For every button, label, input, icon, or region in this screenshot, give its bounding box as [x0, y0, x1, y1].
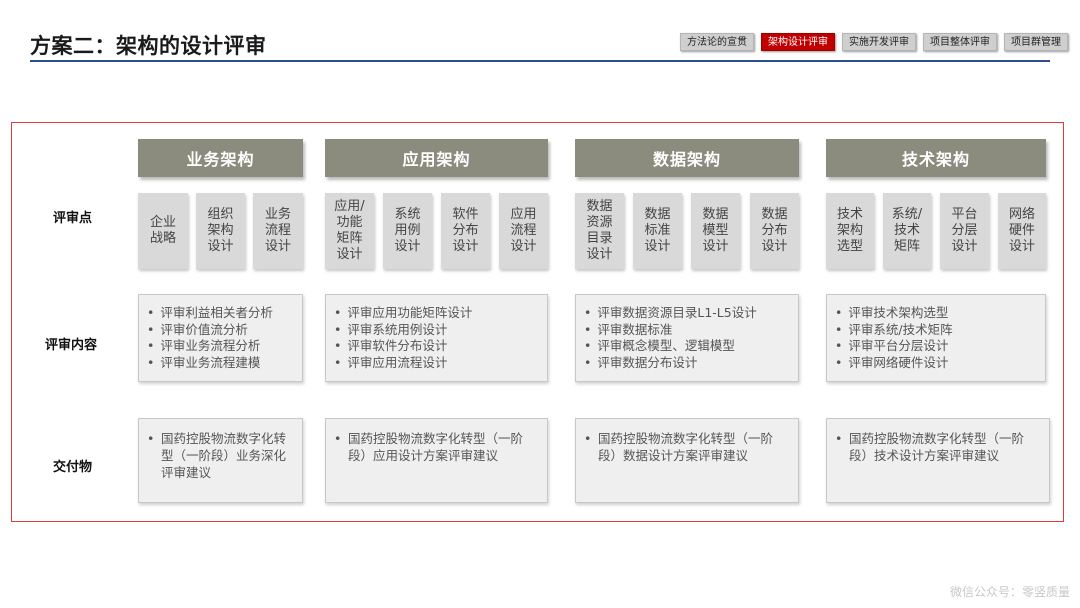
tab-methodology[interactable]: 方法论的宣贯: [680, 33, 754, 51]
review-content-box: 评审技术架构选型 评审系统/技术矩阵 评审平台分层设计 评审网络硬件设计: [826, 294, 1046, 382]
list-item: 评审数据资源目录L1-L5设计: [584, 305, 792, 322]
review-point: 业务 流程 设计: [253, 193, 303, 269]
deliverable-box: 国药控股物流数字化转型（一阶段）数据设计方案评审建议: [575, 418, 799, 503]
tab-architecture-review[interactable]: 架构设计评审: [761, 33, 835, 51]
tab-project-review[interactable]: 项目整体评审: [923, 33, 997, 51]
review-point: 系统/ 技术 矩阵: [883, 193, 931, 269]
column-heading-application: 应用架构: [325, 139, 548, 177]
review-point: 技术 架构 选型: [826, 193, 874, 269]
deliverable-text: 国药控股物流数字化转型（一阶段）技术设计方案评审建议: [849, 431, 1025, 463]
tab-program-management[interactable]: 项目群管理: [1004, 33, 1068, 51]
deliverable-text: 国药控股物流数字化转型（一阶段）应用设计方案评审建议: [348, 431, 524, 463]
deliverable-text: 国药控股物流数字化转型（一阶段）业务深化评审建议: [161, 431, 287, 480]
deliverable-box: 国药控股物流数字化转型（一阶段）技术设计方案评审建议: [826, 418, 1050, 503]
list-item: 评审技术架构选型: [835, 305, 1039, 322]
review-point: 应用/ 功能 矩阵 设计: [325, 193, 374, 269]
row-label-points: 评审点: [53, 211, 93, 226]
list-item: 评审业务流程建模: [147, 355, 296, 372]
review-point: 数据 分布 设计: [750, 193, 799, 269]
list-item: 评审利益相关者分析: [147, 305, 296, 322]
list-item: 评审应用流程设计: [334, 355, 541, 372]
list-item: 评审系统用例设计: [334, 322, 541, 339]
column-heading-data: 数据架构: [575, 139, 799, 177]
review-point: 网络 硬件 设计: [998, 193, 1046, 269]
list-item: 评审价值流分析: [147, 322, 296, 339]
list-item: 评审数据分布设计: [584, 355, 792, 372]
list-item: 评审系统/技术矩阵: [835, 322, 1039, 339]
list-item: 评审平台分层设计: [835, 338, 1039, 355]
review-point: 数据 模型 设计: [691, 193, 740, 269]
deliverable-box: 国药控股物流数字化转型（一阶段）应用设计方案评审建议: [325, 418, 548, 503]
watermark: 微信公众号：零竖质量: [949, 585, 1070, 599]
review-point: 数据 标准 设计: [633, 193, 682, 269]
section-tabs: 方法论的宣贯 架构设计评审 实施开发评审 项目整体评审 项目群管理: [680, 33, 1068, 51]
review-point: 应用 流程 设计: [499, 193, 548, 269]
list-item: 评审应用功能矩阵设计: [334, 305, 541, 322]
review-point: 组织 架构 设计: [196, 193, 245, 269]
review-point: 企业 战略: [138, 193, 188, 269]
review-content-box: 评审数据资源目录L1-L5设计 评审数据标准 评审概念模型、逻辑模型 评审数据分…: [575, 294, 799, 382]
column-heading-technology: 技术架构: [826, 139, 1046, 177]
row-label-deliverable: 交付物: [53, 460, 93, 475]
list-item: 评审网络硬件设计: [835, 355, 1039, 372]
title-divider: [30, 60, 1050, 62]
deliverable-text: 国药控股物流数字化转型（一阶段）数据设计方案评审建议: [598, 431, 774, 463]
review-point: 软件 分布 设计: [441, 193, 490, 269]
review-point: 数据 资源 目录 设计: [575, 193, 624, 269]
deliverable-box: 国药控股物流数字化转型（一阶段）业务深化评审建议: [138, 418, 303, 503]
list-item: 评审软件分布设计: [334, 338, 541, 355]
tab-implementation-review[interactable]: 实施开发评审: [842, 33, 916, 51]
review-content-box: 评审利益相关者分析 评审价值流分析 评审业务流程分析 评审业务流程建模: [138, 294, 303, 382]
page-title: 方案二：架构的设计评审: [30, 34, 267, 58]
list-item: 评审数据标准: [584, 322, 792, 339]
row-label-content: 评审内容: [45, 338, 98, 353]
list-item: 评审业务流程分析: [147, 338, 296, 355]
review-point: 平台 分层 设计: [940, 193, 989, 269]
review-point: 系统 用例 设计: [383, 193, 432, 269]
list-item: 评审概念模型、逻辑模型: [584, 338, 792, 355]
review-content-box: 评审应用功能矩阵设计 评审系统用例设计 评审软件分布设计 评审应用流程设计: [325, 294, 548, 382]
column-heading-business: 业务架构: [138, 139, 303, 177]
